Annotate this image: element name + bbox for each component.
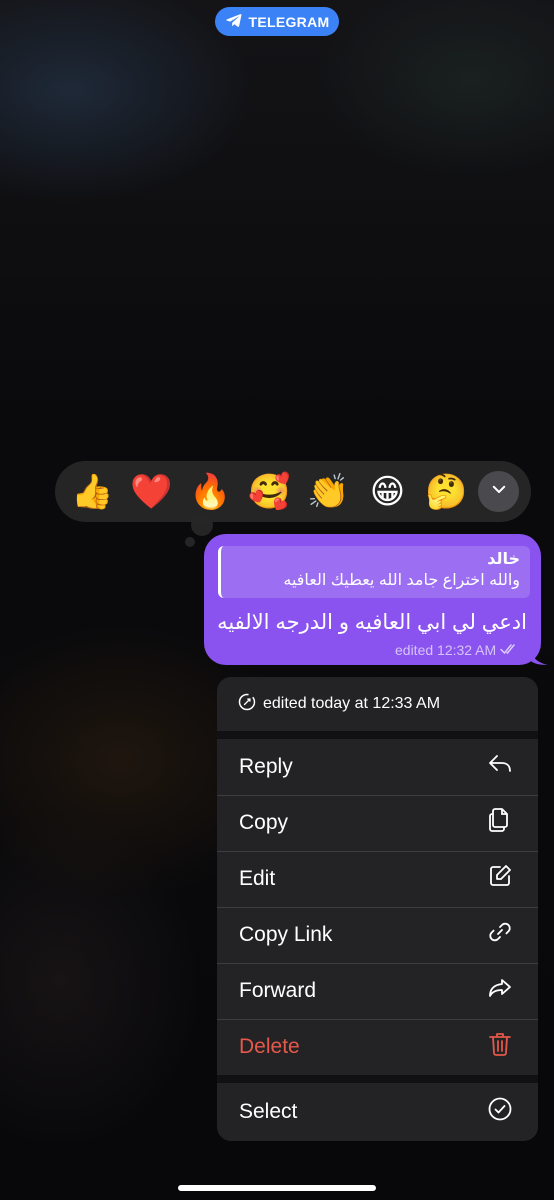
menu-item-copy-link[interactable]: Copy Link <box>217 907 538 963</box>
reaction-bar-tail-dot <box>191 514 213 536</box>
context-menu: edited today at 12:33 AM Reply Copy Edit… <box>217 677 538 1141</box>
menu-item-label: Forward <box>239 979 317 1002</box>
telegram-icon <box>225 11 243 32</box>
menu-item-forward[interactable]: Forward <box>217 963 538 1019</box>
menu-item-select[interactable]: Select <box>217 1083 538 1141</box>
reply-text: والله اختراع جامد الله يعطيك العافيه <box>283 572 520 589</box>
forward-icon <box>486 974 514 1008</box>
message-meta: edited 12:32 AM <box>395 642 520 658</box>
menu-item-label: Reply <box>239 755 293 778</box>
menu-divider <box>217 1075 538 1083</box>
menu-item-label: Select <box>239 1100 298 1123</box>
menu-item-label: Copy <box>239 811 289 834</box>
reaction-smiling-face-with-hearts[interactable]: 🥰 <box>240 462 299 521</box>
app-label: TELEGRAM <box>248 13 330 30</box>
check-circle-icon <box>486 1095 514 1129</box>
edited-info-text: edited today at 12:33 AM <box>263 695 441 712</box>
edited-clock-icon <box>237 692 257 717</box>
reaction-bar: 👍 ❤️ 🔥 🥰 👏 😁 🤔 <box>55 461 531 522</box>
chevron-down-icon <box>490 480 508 503</box>
edited-info-row: edited today at 12:33 AM <box>217 677 538 731</box>
menu-item-delete[interactable]: Delete <box>217 1019 538 1075</box>
reaction-clapping-hands[interactable]: 👏 <box>299 462 358 521</box>
copy-icon <box>486 806 514 840</box>
trash-icon <box>486 1030 514 1064</box>
menu-item-reply[interactable]: Reply <box>217 739 538 795</box>
reply-author: خالد <box>487 551 520 568</box>
menu-item-copy[interactable]: Copy <box>217 795 538 851</box>
expand-reactions-button[interactable] <box>478 471 519 512</box>
edit-icon <box>486 862 514 896</box>
reaction-heart[interactable]: ❤️ <box>122 462 181 521</box>
menu-item-label: Edit <box>239 867 276 890</box>
menu-item-label: Copy Link <box>239 923 333 946</box>
menu-item-edit[interactable]: Edit <box>217 851 538 907</box>
home-indicator[interactable] <box>178 1185 376 1191</box>
message-text: ادعي لي ابي العافيه و الدرجه الالفيه <box>217 611 527 634</box>
link-icon <box>486 918 514 952</box>
reaction-fire[interactable]: 🔥 <box>181 462 240 521</box>
reaction-beaming-face[interactable]: 😁 <box>358 462 417 521</box>
reply-quote[interactable]: خالد والله اختراع جامد الله يعطيك العافي… <box>218 546 530 598</box>
telegram-app-pill[interactable]: TELEGRAM <box>215 7 339 36</box>
reply-icon <box>486 750 514 784</box>
reaction-thinking-face[interactable]: 🤔 <box>417 462 476 521</box>
message-bubble-tail <box>530 648 548 665</box>
message-time: edited 12:32 AM <box>395 642 497 658</box>
reaction-thumbs-up[interactable]: 👍 <box>63 462 122 521</box>
menu-item-label: Delete <box>239 1035 300 1058</box>
reaction-bar-tail-dot-small <box>185 537 195 547</box>
menu-divider <box>217 731 538 739</box>
double-check-icon <box>500 642 520 658</box>
